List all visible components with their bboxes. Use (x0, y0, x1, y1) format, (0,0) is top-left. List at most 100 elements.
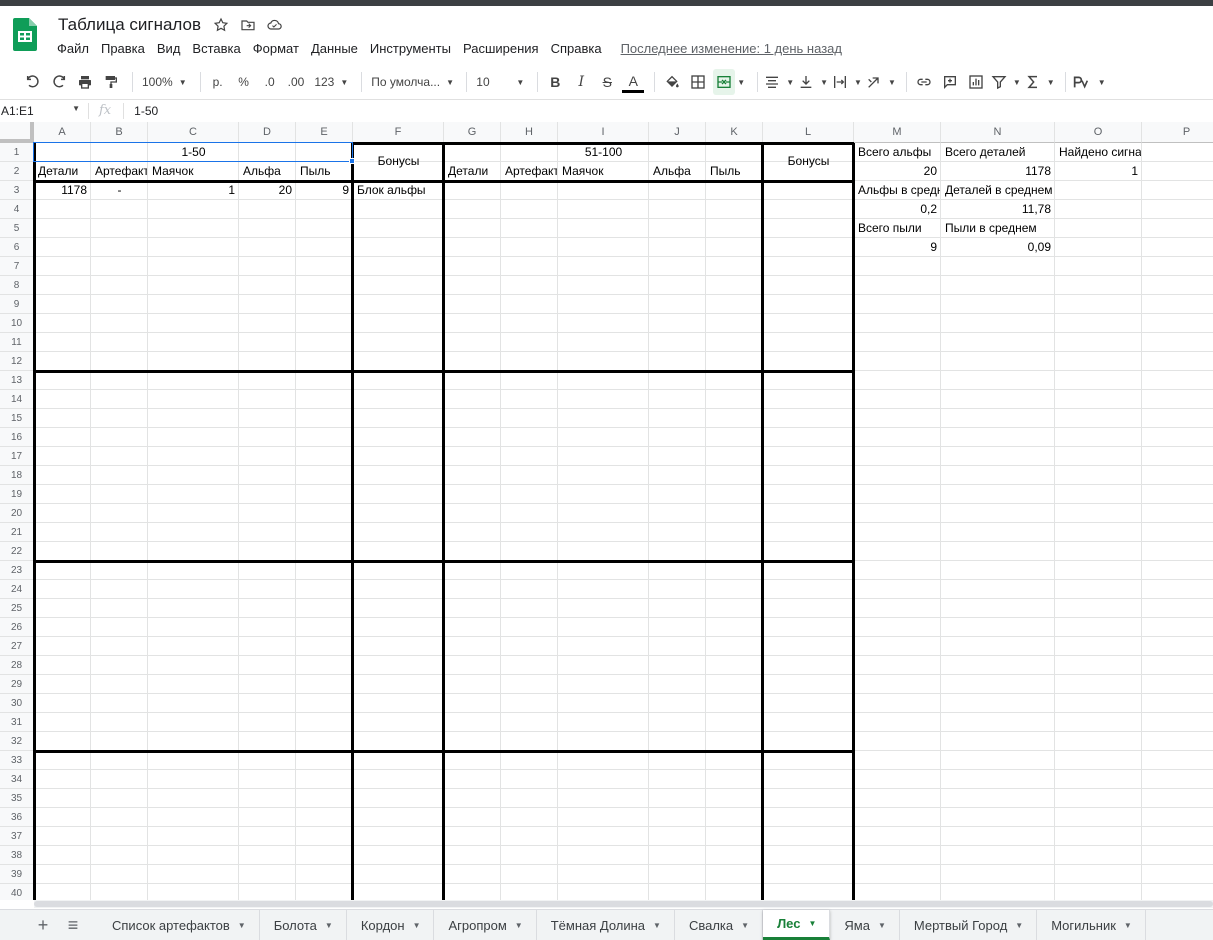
row-header[interactable]: 16 (0, 428, 34, 447)
row-header[interactable]: 21 (0, 523, 34, 542)
row-header[interactable]: 26 (0, 618, 34, 637)
column-header-n[interactable]: N (941, 122, 1055, 143)
name-box[interactable]: A1:E1 ▼ (0, 104, 88, 118)
cell-o2[interactable]: 1 (1056, 162, 1141, 180)
cell-c2[interactable]: Маячок (149, 162, 238, 180)
row-header[interactable]: 7 (0, 257, 34, 276)
paint-format-icon[interactable] (100, 69, 122, 95)
insert-chart-icon[interactable] (965, 69, 987, 95)
sheets-logo-icon[interactable] (13, 18, 37, 51)
row-header[interactable]: 28 (0, 656, 34, 675)
currency-format-button[interactable]: р. (207, 69, 229, 95)
sheet-tab-1[interactable]: Список артефактов ▼ (98, 910, 260, 940)
row-header[interactable]: 12 (0, 352, 34, 371)
menu-extensions[interactable]: Расширения (463, 41, 539, 57)
cell-b3[interactable]: - (92, 181, 147, 199)
column-header-e[interactable]: E (296, 122, 353, 143)
row-header[interactable]: 13 (0, 371, 34, 390)
font-size-select[interactable]: 10 ▼ (473, 69, 527, 95)
menu-tools[interactable]: Инструменты (370, 41, 451, 57)
select-all-corner[interactable] (0, 122, 34, 143)
row-header[interactable]: 35 (0, 789, 34, 808)
row-header[interactable]: 32 (0, 732, 34, 751)
cell-g2[interactable]: Детали (445, 162, 500, 180)
horizontal-scrollbar[interactable] (34, 900, 1213, 908)
move-to-folder-icon[interactable] (239, 16, 256, 33)
column-header-k[interactable]: K (706, 122, 763, 143)
italic-button[interactable]: I (570, 69, 592, 95)
chevron-down-icon[interactable]: ▼ (741, 921, 749, 930)
filter-icon[interactable]: ▼ (991, 69, 1021, 95)
scrollbar-thumb[interactable] (34, 901, 1213, 907)
strikethrough-button[interactable]: S (596, 69, 618, 95)
row-header[interactable]: 22 (0, 542, 34, 561)
row-header[interactable]: 23 (0, 561, 34, 580)
row-header[interactable]: 1 (0, 143, 34, 162)
cell-n4[interactable]: 11,78 (942, 200, 1054, 218)
menu-help[interactable]: Справка (551, 41, 602, 57)
sheet-tab-8[interactable]: Яма ▼ (830, 910, 900, 940)
input-tools-icon[interactable]: ▼ (1072, 69, 1106, 95)
column-header-h[interactable]: H (501, 122, 558, 143)
cell-e2[interactable]: Пыль (297, 162, 352, 180)
column-header-b[interactable]: B (91, 122, 148, 143)
add-sheet-icon[interactable]: + (28, 910, 58, 940)
row-header[interactable]: 29 (0, 675, 34, 694)
cell-d2[interactable]: Альфа (240, 162, 295, 180)
last-edit-link[interactable]: Последнее изменение: 1 день назад (621, 41, 842, 57)
row-header[interactable]: 33 (0, 751, 34, 770)
text-wrap-icon[interactable]: ▼ (832, 69, 862, 95)
merge-cells-icon[interactable] (713, 69, 736, 95)
row-header[interactable]: 39 (0, 865, 34, 884)
row-header[interactable]: 15 (0, 409, 34, 428)
column-header-f[interactable]: F (353, 122, 444, 143)
menu-format[interactable]: Формат (253, 41, 299, 57)
chevron-down-icon[interactable]: ▼ (1015, 921, 1023, 930)
all-sheets-icon[interactable]: ≡ (58, 910, 88, 940)
row-header[interactable]: 4 (0, 200, 34, 219)
cell-m6[interactable]: 9 (855, 238, 940, 256)
font-select[interactable]: По умолча... ▼ (368, 69, 456, 95)
insert-comment-icon[interactable] (939, 69, 961, 95)
cell-c3[interactable]: 1 (149, 181, 238, 199)
cell-n1[interactable]: Всего деталей (942, 143, 1054, 161)
column-header-j[interactable]: J (649, 122, 706, 143)
row-header[interactable]: 6 (0, 238, 34, 257)
fill-color-icon[interactable] (661, 69, 683, 95)
cell-m2[interactable]: 20 (855, 162, 940, 180)
column-header-a[interactable]: A (34, 122, 91, 143)
row-header[interactable]: 8 (0, 276, 34, 295)
column-header-p[interactable]: P (1142, 122, 1213, 143)
spreadsheet-grid[interactable]: A B C D E F G H I J K L M N O P 1 2 3 4 5 6 7 8 9 10 11 12 13 14 15 16 1… (0, 122, 1213, 900)
star-icon[interactable] (212, 16, 229, 33)
selection-fill-handle[interactable] (349, 158, 355, 164)
redo-icon[interactable] (48, 69, 70, 95)
row-header[interactable]: 20 (0, 504, 34, 523)
chevron-down-icon[interactable]: ▼ (878, 921, 886, 930)
cell-a3[interactable]: 1178 (35, 181, 90, 199)
bold-button[interactable]: B (544, 69, 566, 95)
chevron-down-icon[interactable]: ▼ (515, 921, 523, 930)
row-header[interactable]: 17 (0, 447, 34, 466)
sheet-tab-2[interactable]: Болота ▼ (260, 910, 347, 940)
cell-g1[interactable]: 51-100 (445, 143, 762, 161)
row-header[interactable]: 24 (0, 580, 34, 599)
cell-e3[interactable]: 9 (297, 181, 352, 199)
cell-i2[interactable]: Маячок (559, 162, 648, 180)
menu-edit[interactable]: Правка (101, 41, 145, 57)
row-header[interactable]: 40 (0, 884, 34, 900)
row-header[interactable]: 10 (0, 314, 34, 333)
column-header-o[interactable]: O (1055, 122, 1142, 143)
sheet-tab-4[interactable]: Агропром ▼ (434, 910, 537, 940)
column-header-l[interactable]: L (763, 122, 854, 143)
cloud-status-icon[interactable] (266, 16, 283, 33)
functions-icon[interactable]: ▼ (1025, 69, 1055, 95)
column-header-d[interactable]: D (239, 122, 296, 143)
menu-insert[interactable]: Вставка (192, 41, 240, 57)
row-header[interactable]: 11 (0, 333, 34, 352)
vertical-align-icon[interactable]: ▼ (798, 69, 828, 95)
cell-m1[interactable]: Всего альфы (855, 143, 940, 161)
row-header[interactable]: 27 (0, 637, 34, 656)
cell-j2[interactable]: Альфа (650, 162, 705, 180)
row-header[interactable]: 18 (0, 466, 34, 485)
